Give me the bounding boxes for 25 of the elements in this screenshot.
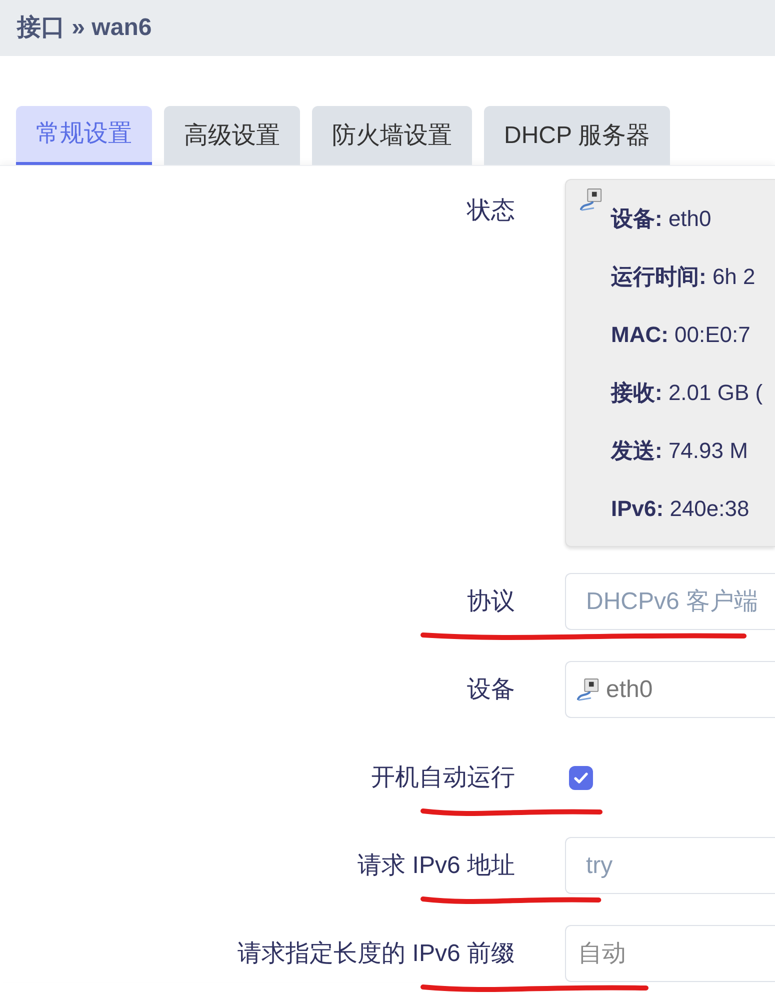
select-field[interactable]: try [565,837,775,894]
network-port-icon [580,188,603,211]
status-line: MAC: 00:E0:7 [611,321,750,349]
page-title: 接口 » wan6 [17,16,152,40]
field-label: 状态 [467,196,515,226]
checkbox[interactable] [569,766,593,790]
tab[interactable]: 高级设置 [164,106,300,165]
tab[interactable]: DHCP 服务器 [484,106,670,165]
status-line: 接收: 2.01 GB ( [611,379,763,407]
field-label: 开机自动运行 [371,762,515,792]
device-select[interactable]: eth0 [565,661,775,718]
field-label: 请求指定长度的 IPv6 前缀 [238,938,515,968]
select-field[interactable]: DHCPv6 客户端 [565,573,775,630]
status-line: 设备: eth0 [611,205,712,233]
status-line: IPv6: 240e:38 [611,495,750,523]
field-label: 请求 IPv6 地址 [358,850,515,880]
tab[interactable]: 防火墙设置 [312,106,472,165]
input-field[interactable]: 自动 [565,925,775,982]
field-label: 设备 [467,674,515,704]
field-label: 协议 [467,586,515,616]
checkmark-icon [574,772,588,784]
tab[interactable]: 常规设置 [16,106,152,165]
network-port-icon [577,678,600,701]
status-line: 发送: 74.93 M [611,437,748,465]
status-line: 运行时间: 6h 2 [611,263,756,291]
